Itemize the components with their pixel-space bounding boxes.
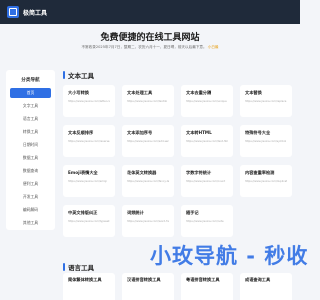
tool-card[interactable]: 内容查重率检测 https://www.jisuxia.com/duplicate… (240, 165, 292, 197)
tool-card-url: https://www.jisuxia.com/text-html (186, 140, 228, 143)
sidebar-item[interactable]: 日期时间 (10, 140, 51, 150)
sidebar-item[interactable]: 语言工具 (10, 114, 51, 124)
watermark-text: 小玫导航 - 秒收 (150, 244, 309, 268)
section-bar-icon (63, 71, 65, 79)
tool-card[interactable]: 文本转HTML https://www.jisuxia.com/text-html (181, 125, 233, 157)
sidebar-list: 首页文字工具语言工具转换工具日期时间数据工具数据查询便利工具开发工具编码解码其他… (6, 88, 55, 228)
sidebar-item[interactable]: 便利工具 (10, 179, 51, 189)
sidebar-item[interactable]: 转换工具 (10, 127, 51, 137)
tool-card-title: 文本去重分隔 (186, 90, 212, 95)
tool-card-url: https://www.jisuxia.com/reverse (68, 140, 110, 143)
tool-card-url: https://www.jisuxia.com/word-freq (127, 220, 169, 223)
section-title-lang-tools: 语言工具 (63, 262, 94, 272)
tool-card-url: https://www.jisuxia.com/letter-case (68, 100, 110, 103)
tool-card-title: 文本反顺排序 (68, 130, 94, 135)
tool-card-url: https://www.jisuxia.com/symbol (245, 140, 287, 143)
tool-card[interactable]: 花体英文转换器 https://www.jisuxia.com/fancy-tex… (122, 165, 174, 197)
section-title-label: 语言工具 (68, 264, 94, 272)
tool-card[interactable]: 词频统计 https://www.jisuxia.com/word-freq (122, 205, 174, 237)
tool-card[interactable]: 特殊符号大全 https://www.jisuxia.com/symbol (240, 125, 292, 157)
tool-card-grid: 大小写转换 https://www.jisuxia.com/letter-case… (63, 85, 293, 240)
tool-card-title: 特殊符号大全 (245, 130, 271, 135)
top-bar: 极简工具 (0, 0, 300, 24)
tool-card[interactable]: 文本添加序号 https://www.jisuxia.com/add-serial (122, 125, 174, 157)
tool-card-title: 大小写转换 (68, 90, 89, 95)
tool-card-url: https://www.jisuxia.com/add-serial (127, 140, 169, 143)
tool-card-title: 内容查重率检测 (245, 170, 275, 175)
tool-card-title: 文本处理工具 (127, 90, 153, 95)
tool-card-title: 词频统计 (127, 210, 144, 215)
tool-card-title: 字数字符统计 (186, 170, 212, 175)
tool-card[interactable]: 文本去重分隔 https://www.jisuxia.com/unique (181, 85, 233, 117)
tool-card-title: 粤语拼音转换工具 (186, 277, 220, 282)
sidebar-item[interactable]: 首页 (10, 88, 51, 98)
tool-card[interactable]: 粤语拼音转换工具 (181, 273, 233, 300)
tool-card-url: https://www.jisuxia.com/typeset (68, 220, 110, 223)
hero-subtitle-accent: 小白最 (207, 45, 219, 49)
sidebar-item[interactable]: 其他工具 (10, 218, 51, 228)
brand-name[interactable]: 极简工具 (23, 8, 47, 17)
sidebar-item[interactable]: 编码解码 (10, 205, 51, 215)
tool-card-url: https://www.jisuxia.com/count (186, 180, 226, 183)
tool-card-url: https://www.jisuxia.com/fancy-text (127, 180, 169, 183)
tool-card-title: Emoji表情大全 (68, 170, 98, 175)
tool-card-title: 随手记 (186, 210, 199, 215)
tool-card[interactable]: 成语查询工具 (240, 273, 292, 300)
category-sidebar: 分类导航 首页文字工具语言工具转换工具日期时间数据工具数据查询便利工具开发工具编… (6, 70, 55, 230)
tool-card[interactable]: 汉语拼音转换工具 (122, 273, 174, 300)
tool-card[interactable]: 中英文排版纠正 https://www.jisuxia.com/typeset (63, 205, 115, 237)
tool-card-title: 简体繁体转换工具 (68, 277, 102, 282)
tool-card[interactable]: 随手记 https://www.jisuxia.com/note (181, 205, 233, 237)
tool-card-title: 文本添加序号 (127, 130, 153, 135)
section-title-text-tools: 文本工具 (63, 70, 94, 80)
tool-card-title: 文本替换 (245, 90, 262, 95)
tool-card-title: 花体英文转换器 (127, 170, 157, 175)
tool-card-url: https://www.jisuxia.com/note (186, 220, 224, 223)
tool-card-url: https://www.jisuxia.com/unique (186, 100, 227, 103)
hero-subtitle: 不常收录2025年7月7日，整期二，农历六月十一，夏日晴，前天以后最下意。 小白… (0, 45, 300, 50)
tool-card[interactable]: 文本反顺排序 https://www.jisuxia.com/reverse (63, 125, 115, 157)
tool-card[interactable]: 字数字符统计 https://www.jisuxia.com/count (181, 165, 233, 197)
tool-card-url: https://www.jisuxia.com/emoji (68, 180, 107, 183)
tool-card-title: 中英文排版纠正 (68, 210, 98, 215)
tool-card[interactable]: 简体繁体转换工具 (63, 273, 115, 300)
section-bar-icon (63, 263, 65, 271)
tool-card-title: 成语查询工具 (245, 277, 271, 282)
logo-icon[interactable] (7, 6, 19, 18)
page-title: 免费便捷的在线工具网站 (100, 33, 200, 43)
tool-card-url: https://www.jisuxia.com/duplicate-check (245, 180, 287, 183)
hero-subtitle-text: 不常收录2025年7月7日，整期二，农历六月十一，夏日晴，前天以后最下意。 (81, 45, 207, 49)
hero-banner: 免费便捷的在线工具网站 不常收录2025年7月7日，整期二，农历六月十一，夏日晴… (0, 24, 300, 60)
sidebar-item[interactable]: 数据工具 (10, 153, 51, 163)
tool-card[interactable]: Emoji表情大全 https://www.jisuxia.com/emoji (63, 165, 115, 197)
tool-card-url: https://www.jisuxia.com/textdo (127, 100, 168, 103)
section-title-label: 文本工具 (68, 72, 94, 80)
sidebar-item[interactable]: 文字工具 (10, 101, 51, 111)
sidebar-heading: 分类导航 (21, 78, 40, 83)
sidebar-item[interactable]: 开发工具 (10, 192, 51, 202)
tool-card[interactable]: 文本替换 https://www.jisuxia.com/replace (240, 85, 292, 117)
tool-card[interactable]: 文本处理工具 https://www.jisuxia.com/textdo (122, 85, 174, 117)
tool-card-title: 文本转HTML (186, 130, 212, 135)
tool-card[interactable]: 大小写转换 https://www.jisuxia.com/letter-case (63, 85, 115, 117)
tool-card-url: https://www.jisuxia.com/replace (245, 100, 287, 103)
tool-card-title: 汉语拼音转换工具 (127, 277, 161, 282)
sidebar-item[interactable]: 数据查询 (10, 166, 51, 176)
